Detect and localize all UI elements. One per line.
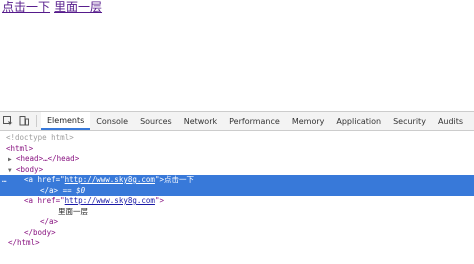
body-open-tag: <body> (16, 164, 44, 174)
dom-node-a-selected[interactable]: … <a href="http://www.sky8g.com">点击一下 (0, 175, 474, 186)
devtools-tabs: Elements Console Sources Network Perform… (41, 112, 469, 130)
tab-audits[interactable]: Audits (432, 112, 469, 130)
tab-application[interactable]: Application (330, 112, 387, 130)
link-inner-layer[interactable]: 里面一层 (54, 0, 102, 14)
dom-node-html-close[interactable]: </html> (0, 238, 474, 249)
devtools-toolbar: Elements Console Sources Network Perform… (0, 112, 474, 131)
body-close-tag: </body> (24, 227, 56, 237)
tab-console[interactable]: Console (90, 112, 134, 130)
dom-tree: <!doctype html> <html> ▶ <head>…</head> ▼… (0, 131, 474, 249)
a1-href[interactable]: http://www.sky8g.com (65, 175, 155, 184)
tab-performance[interactable]: Performance (223, 112, 286, 130)
a2-text: 里面一层 (58, 206, 88, 216)
tab-network[interactable]: Network (178, 112, 223, 130)
dom-node-head[interactable]: ▶ <head>…</head> (0, 154, 474, 165)
tab-memory[interactable]: Memory (286, 112, 331, 130)
toolbar-divider (36, 115, 37, 127)
dom-node-doctype[interactable]: <!doctype html> (0, 133, 474, 144)
a1-open-start: <a href=" (24, 175, 65, 184)
dom-node-a-close-selected[interactable]: </a> == $0 (0, 185, 474, 196)
dom-node-body[interactable]: ▼ <body> (0, 165, 474, 176)
head-tag: <head>…</head> (16, 154, 80, 163)
html-close-tag: </html> (8, 238, 40, 247)
more-actions-icon[interactable]: … (2, 175, 7, 186)
html-open-tag: <html> (6, 143, 34, 153)
doctype-text: <!doctype html> (6, 133, 74, 142)
tab-security[interactable]: Security (387, 112, 432, 130)
dom-node-a2-text[interactable]: 里面一层 (0, 207, 474, 218)
inspect-element-icon[interactable] (0, 113, 16, 129)
page-content: 点击一下 里面一层 (2, 0, 102, 14)
a1-text: 点击一下 (163, 175, 194, 184)
dom-node-body-close[interactable]: </body> (0, 228, 474, 239)
dom-node-html[interactable]: <html> (0, 144, 474, 155)
a1-close-tag: </a> (40, 185, 59, 195)
a2-href[interactable]: http://www.sky8g.com (65, 196, 155, 205)
a2-close-tag: </a> (40, 217, 59, 226)
a2-open-start: <a href=" (24, 196, 65, 205)
link-click-once[interactable]: 点击一下 (2, 0, 50, 14)
tab-sources[interactable]: Sources (134, 112, 178, 130)
dom-node-a2-close[interactable]: </a> (0, 217, 474, 228)
devtools-panel: Elements Console Sources Network Perform… (0, 111, 474, 264)
a2-open-end: "> (154, 196, 164, 205)
device-toolbar-icon[interactable] (16, 113, 32, 129)
tab-elements[interactable]: Elements (41, 112, 91, 130)
a1-open-end: "> (154, 175, 164, 184)
dom-node-a2[interactable]: <a href="http://www.sky8g.com"> (0, 196, 474, 207)
console-ref: == $0 (58, 185, 86, 195)
